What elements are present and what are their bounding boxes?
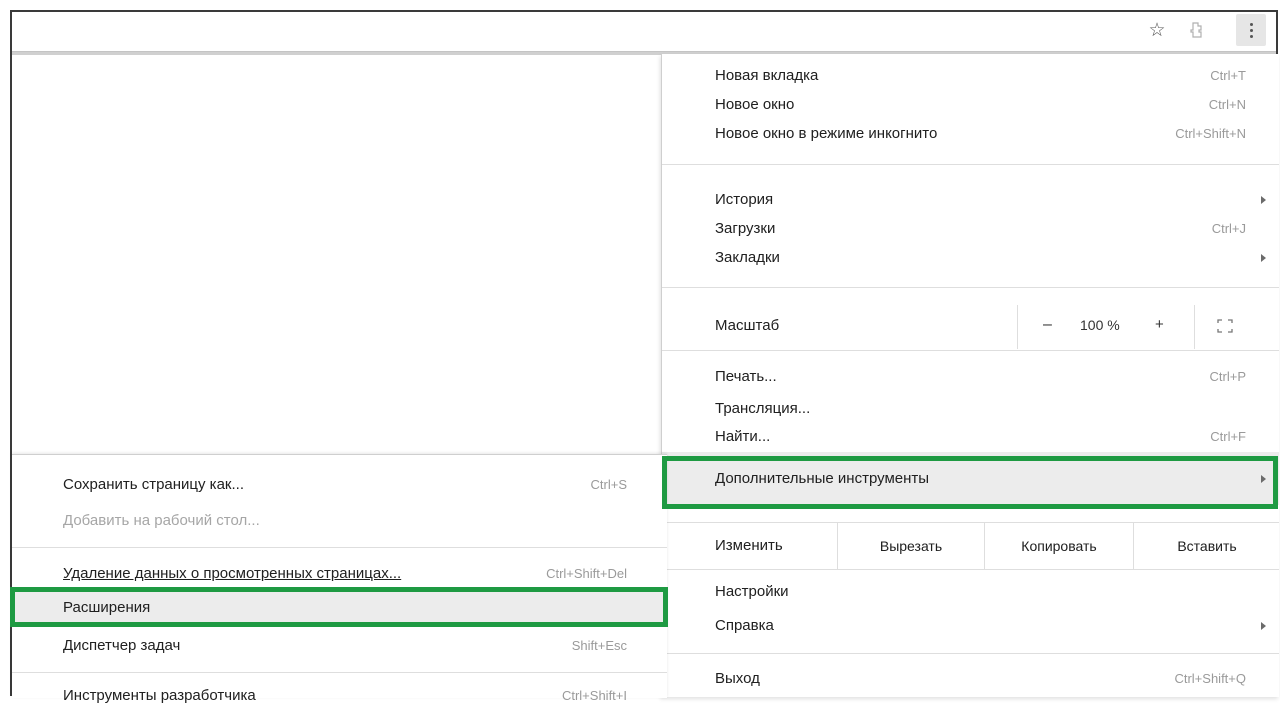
menu-item-bookmarks[interactable]: Закладки [662,243,1279,272]
menu-item-label: Трансляция... [715,400,811,417]
browser-toolbar [12,12,1276,52]
menu-item-incognito[interactable]: Новое окно в режиме инкогнито Ctrl+Shift… [662,119,1279,148]
submenu-item-add-to-desktop[interactable]: Добавить на рабочий стол... [12,505,667,535]
submenu-item-shortcut: Ctrl+Shift+Del [546,565,627,581]
extension-icon[interactable] [1183,16,1211,44]
zoom-out-button[interactable]: – [1043,316,1052,334]
submenu-item-label: Сохранить страницу как... [63,475,244,493]
menu-item-history[interactable]: История [662,185,1279,214]
submenu-item-label: Диспетчер задач [63,636,181,654]
menu-item-new-window[interactable]: Новое окно Ctrl+N [662,90,1279,119]
zoom-level: 100 % [1080,317,1120,333]
menu-separator [662,287,1279,288]
menu-item-shortcut: Ctrl+Shift+N [1175,126,1246,141]
menu-item-label: Выход [715,670,760,687]
copy-button[interactable]: Копировать [984,523,1133,569]
cut-button[interactable]: Вырезать [837,523,984,569]
menu-item-shortcut: Ctrl+P [1209,369,1246,384]
fullscreen-icon[interactable] [1217,319,1233,333]
submenu-separator [12,547,667,548]
submenu-item-label: Добавить на рабочий стол... [63,511,260,529]
menu-item-new-tab[interactable]: Новая вкладка Ctrl+T [662,61,1279,90]
submenu-item-dev-tools[interactable]: Инструменты разработчика Ctrl+Shift+I [12,680,667,710]
submenu-separator [12,672,667,673]
menu-item-shortcut: Ctrl+Shift+Q [1174,671,1246,686]
submenu-item-label: Удаление данных о просмотренных страница… [63,564,402,582]
menu-item-label: Новое окно в режиме инкогнито [715,125,938,142]
menu-separator [662,350,1279,351]
menu-separator [662,569,1279,570]
zoom-controls: – 100 % + [1017,305,1195,349]
kebab-menu-icon[interactable] [1236,14,1266,46]
highlight-more-tools [662,456,1278,509]
zoom-in-button[interactable]: + [1155,316,1164,333]
menu-item-label: Закладки [715,249,780,266]
star-icon[interactable]: ☆ [1143,16,1171,44]
zoom-label: Масштаб [715,317,780,334]
menu-item-label: Справка [715,617,774,634]
menu-item-shortcut: Ctrl+T [1210,68,1246,83]
menu-separator [662,653,1279,654]
more-tools-submenu: Сохранить страницу как... Ctrl+S Добавит… [12,454,667,704]
menu-item-find[interactable]: Найти... Ctrl+F [662,422,1279,451]
submenu-item-clear-data[interactable]: Удаление данных о просмотренных страница… [12,558,667,588]
menu-item-label: Загрузки [715,220,776,237]
edit-label: Изменить [715,537,783,554]
zoom-row: Масштаб – 100 % + [662,305,1279,349]
submenu-item-task-manager[interactable]: Диспетчер задач Shift+Esc [12,630,667,660]
menu-item-shortcut: Ctrl+F [1210,429,1246,444]
menu-item-downloads[interactable]: Загрузки Ctrl+J [662,214,1279,243]
menu-item-label: Новая вкладка [715,67,819,84]
menu-item-exit[interactable]: Выход Ctrl+Shift+Q [662,664,1279,693]
menu-separator [662,164,1279,165]
menu-item-shortcut: Ctrl+J [1211,221,1246,236]
edit-row: Изменить Вырезать Копировать Вставить [662,523,1279,569]
menu-item-cast[interactable]: Трансляция... [662,394,1279,423]
submenu-arrow-icon [1261,195,1266,204]
submenu-item-shortcut: Shift+Esc [571,637,627,653]
paste-button[interactable]: Вставить [1133,523,1280,569]
menu-item-label: Найти... [715,428,771,445]
chrome-main-menu: Новая вкладка Ctrl+T Новое окно Ctrl+N Н… [661,54,1279,697]
menu-item-help[interactable]: Справка [662,611,1279,640]
menu-item-settings[interactable]: Настройки [662,577,1279,606]
highlight-extensions [10,587,668,627]
submenu-item-label: Инструменты разработчика [63,686,256,704]
submenu-item-save-page[interactable]: Сохранить страницу как... Ctrl+S [12,469,667,499]
menu-item-print[interactable]: Печать... Ctrl+P [662,362,1279,391]
menu-item-shortcut: Ctrl+N [1208,97,1246,112]
menu-item-label: Новое окно [715,96,795,113]
submenu-arrow-icon [1261,253,1266,262]
menu-item-label: Настройки [715,583,789,600]
submenu-arrow-icon [1261,621,1266,630]
menu-item-label: История [715,191,774,208]
menu-item-label: Печать... [715,368,777,385]
submenu-item-shortcut: Ctrl+S [590,476,627,492]
submenu-item-shortcut: Ctrl+Shift+I [561,687,627,703]
